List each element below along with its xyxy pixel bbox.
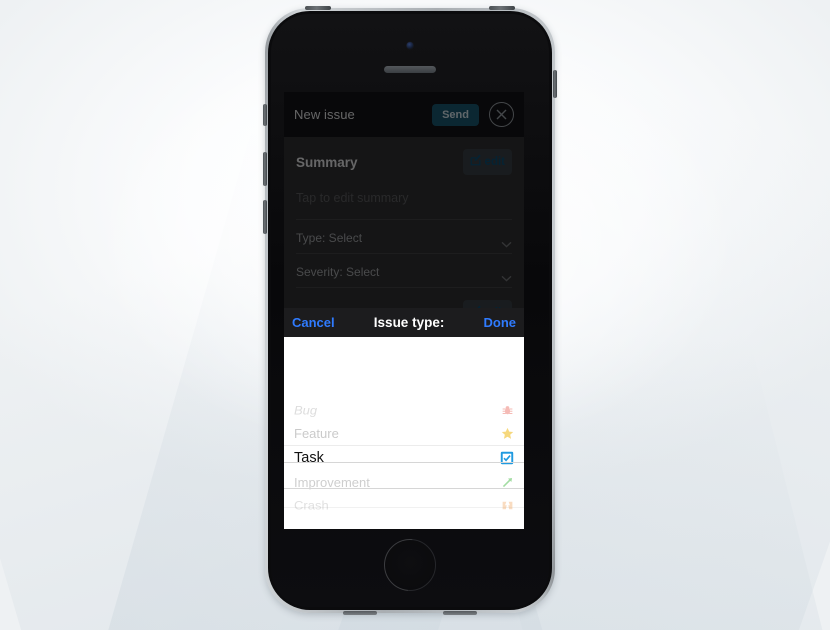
edit-pencil-square-icon <box>470 153 482 171</box>
picker-option-crash[interactable]: Crash <box>284 495 524 516</box>
picker-options-list: Bug Feature Task Improvement Crash <box>284 399 524 517</box>
picker-wheel[interactable]: Bug Feature Task Improvement Crash <box>284 337 524 529</box>
home-button-icon[interactable] <box>384 539 436 591</box>
picker-option-label: Crash <box>294 498 329 513</box>
summary-edit-button[interactable]: edit <box>462 149 512 175</box>
iphone-device: New issue Send Summary edit Tap to edit … <box>263 6 557 617</box>
picker-option-label: Task <box>294 450 324 466</box>
summary-input-placeholder[interactable]: Tap to edit summary <box>296 191 512 205</box>
cancel-button[interactable]: Cancel <box>292 315 335 330</box>
picker-selection-line-bottom <box>284 488 524 489</box>
phone-screen: New issue Send Summary edit Tap to edit … <box>284 92 524 529</box>
crash-broken-icon <box>500 499 514 512</box>
mute-switch-button[interactable] <box>263 104 267 126</box>
picker-option-improvement[interactable]: Improvement <box>284 471 524 494</box>
power-button[interactable] <box>553 70 557 98</box>
volume-up-button[interactable] <box>263 152 267 186</box>
picker-option-label: Bug <box>294 403 318 418</box>
antenna-band-top-left <box>305 6 331 10</box>
picker-selection-line-top <box>284 462 524 463</box>
bug-icon <box>500 404 514 417</box>
antenna-band-bottom-right <box>443 611 477 615</box>
front-camera-icon <box>406 42 414 49</box>
send-button[interactable]: Send <box>432 103 479 126</box>
summary-edit-label: edit <box>484 156 505 168</box>
done-button[interactable]: Done <box>484 315 517 330</box>
antenna-band-bottom-left <box>343 611 377 615</box>
picker-title: Issue type: <box>373 315 445 330</box>
earpiece-speaker-icon <box>384 66 436 73</box>
issue-type-picker: Cancel Issue type: Done Bug Feature Task… <box>284 308 524 529</box>
type-select-label: Type: Select <box>296 231 363 245</box>
picker-toolbar: Cancel Issue type: Done <box>284 308 524 337</box>
star-icon <box>500 427 514 441</box>
picker-option-task[interactable]: Task <box>284 445 524 471</box>
page-title: New issue <box>294 107 355 122</box>
close-circle-icon[interactable] <box>489 102 514 127</box>
type-select-field[interactable]: Type: Select <box>296 223 512 254</box>
screenshot-stage: New issue Send Summary edit Tap to edit … <box>0 0 830 630</box>
severity-select-label: Severity: Select <box>296 265 380 279</box>
picker-option-feature[interactable]: Feature <box>284 422 524 445</box>
picker-option-bug[interactable]: Bug <box>284 400 524 421</box>
severity-select-field[interactable]: Severity: Select <box>296 257 512 288</box>
volume-down-button[interactable] <box>263 200 267 234</box>
chevron-down-icon <box>501 269 512 282</box>
antenna-band-top-right <box>489 6 515 10</box>
summary-label: Summary <box>296 154 358 170</box>
app-navbar: New issue Send <box>284 92 524 137</box>
chevron-down-icon <box>501 235 512 248</box>
summary-divider <box>296 219 512 220</box>
summary-section-header: Summary edit <box>296 137 512 175</box>
picker-option-label: Feature <box>294 426 339 441</box>
